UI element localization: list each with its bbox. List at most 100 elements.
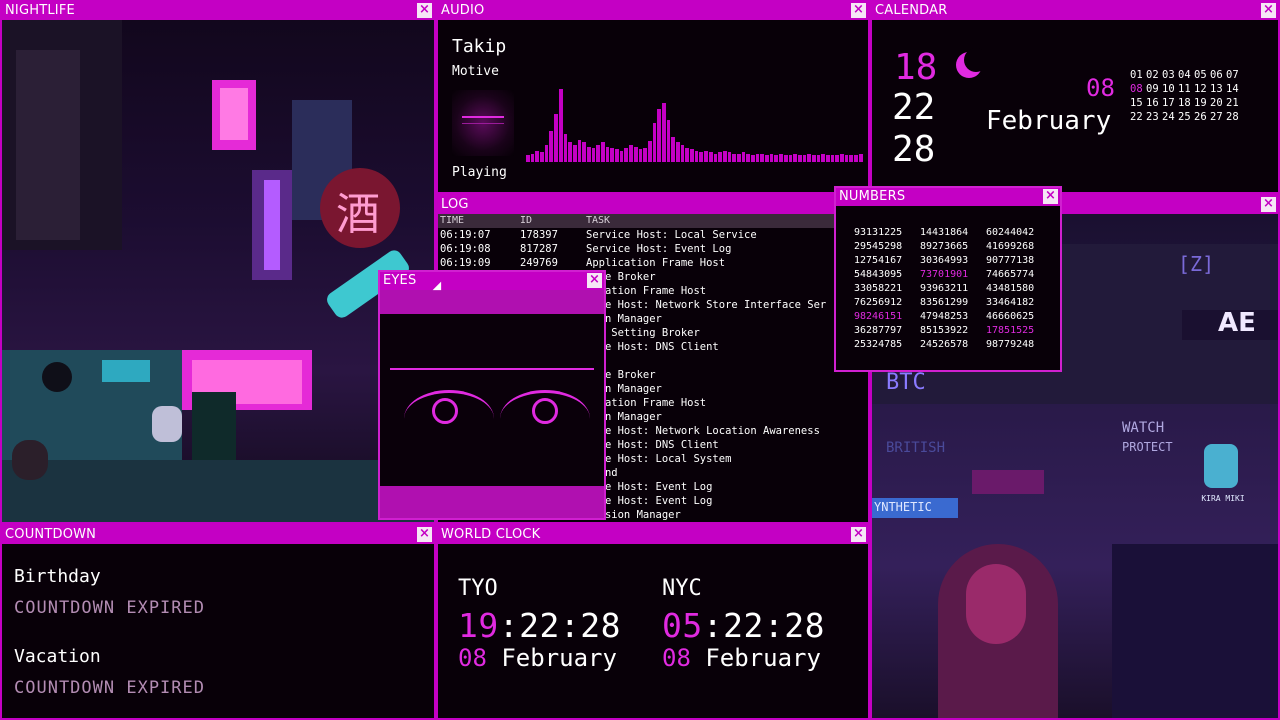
close-button[interactable]: × [1261,197,1276,212]
artist-name: Motive [452,64,499,79]
calendar-day: 13 [1210,83,1223,95]
close-button[interactable]: × [417,3,432,18]
visualizer-bar [788,155,793,162]
number-cell: 54843095 [854,269,903,280]
visualizer-bar [830,155,835,162]
clock-second: 28 [892,129,936,170]
log-header: TIME ID TASK [438,214,868,228]
number-cell: 98246151 [854,311,903,322]
calendar-day: 14 [1226,83,1239,95]
number-cell: 33058221 [854,283,903,294]
number-cell: 43481580 [986,283,1035,294]
countdown-label: Vacation [14,646,101,667]
number-cell: 73701901 [920,269,969,280]
calendar-day: 08 [1130,83,1143,95]
track-title: Takip [452,36,507,57]
visualizer-bar [591,148,596,162]
calendar-day: 21 [1226,97,1239,109]
city-time: 19:22:28 [458,606,621,645]
number-cell: 14431864 [920,227,969,238]
log-row: 06:19:08 817287 Service Host: Event Log [440,243,732,255]
window-title: NIGHTLIFE [5,3,75,18]
calendar-day: 18 [1178,97,1191,109]
visualizer-bar [849,155,854,162]
countdown-status: COUNTDOWN EXPIRED [14,598,205,618]
number-cell: 25324785 [854,339,903,350]
number-cell: 90777138 [986,255,1035,266]
visualizer-bar [826,155,830,162]
visualizer-bar [844,155,849,162]
calendar-day: 24 [1162,111,1175,123]
visualizer-bar [690,149,694,162]
visualizer-bar [722,150,727,162]
visualizer-bar [736,153,741,162]
visualizer-bar [671,136,675,162]
visualizer-bar [835,155,840,162]
world-clock-titlebar[interactable]: WORLD CLOCK [438,526,868,544]
close-button[interactable]: × [851,3,866,18]
visualizer-bar [558,89,563,162]
close-button[interactable]: × [851,527,866,542]
number-cell: 17851525 [986,325,1035,336]
pixel-city-image: 酒 [2,20,434,522]
audio-titlebar[interactable]: AUDIO [438,2,868,20]
numbers-grid: 93131225 14431864 60244042 29545298 89273665… [854,226,1038,352]
calendar-day: 28 [1226,111,1239,123]
eyes-titlebar[interactable]: EYES [380,272,604,290]
countdown-status: COUNTDOWN EXPIRED [14,678,205,698]
calendar-day: 19 [1194,97,1207,109]
visualizer-bar [704,150,708,162]
calendar-day: 01 [1130,69,1143,81]
visualizer-bar [760,153,765,162]
number-cell: 47948253 [920,311,969,322]
nightlife-titlebar[interactable]: NIGHTLIFE [2,2,434,20]
calendar-day: 10 [1162,83,1175,95]
number-cell: 12754167 [854,255,903,266]
calendar-day: 11 [1178,83,1191,95]
visualizer-bar [629,145,633,162]
numbers-titlebar[interactable]: NUMBERS [836,188,1060,206]
calendar-day: 27 [1210,111,1223,123]
visualizer-bar [535,150,540,162]
visualizer-bar [619,150,624,162]
window-title: LOG [441,197,469,212]
number-cell: 93131225 [854,227,903,238]
visualizer-bar [821,153,825,162]
close-button[interactable]: × [417,527,432,542]
countdown-titlebar[interactable]: COUNTDOWN [2,526,434,544]
calendar-day: 22 [1130,111,1143,123]
city-date: 08 February [662,644,821,672]
calendar-titlebar[interactable]: CALENDAR [872,2,1278,20]
close-button[interactable]: × [1043,189,1058,204]
calendar-day: 17 [1162,97,1175,109]
number-cell: 85153922 [920,325,969,336]
number-cell: 30364993 [920,255,969,266]
visualizer-bar [601,142,605,162]
log-row: 06:19:09 249769 Application Frame Host [440,257,726,269]
visualizer-bar [544,145,549,162]
close-button[interactable]: × [587,273,602,288]
visualizer-bar [577,139,582,162]
visualizer-bar [797,155,802,162]
countdown-label: Birthday [14,566,101,587]
visualizer-bar [661,103,666,162]
visualizer-bar [727,152,732,162]
city-time: 05:22:28 [662,606,825,645]
visualizer-bar [755,153,760,162]
log-titlebar[interactable]: LOG [438,196,868,214]
number-cell: 24526578 [920,339,969,350]
visualizer-bar [732,153,736,162]
visualizer-bar [685,148,690,162]
visualizer-bar [596,145,600,162]
countdown-window: COUNTDOWN × Birthday COUNTDOWN EXPIRED V… [0,524,436,720]
visualizer-bar [802,155,807,162]
calendar-grid: 01 02 03 04 05 06 07 08 09 10 11 12 13 14 15 16 17 18 19 20… [1130,68,1239,124]
visualizer-bar [652,122,657,162]
visualizer-bar [751,155,755,162]
number-cell: 76256912 [854,297,903,308]
window-title: CALENDAR [875,3,948,18]
visualizer-bar [840,153,844,162]
visualizer-bar [563,134,568,162]
close-button[interactable]: × [1261,3,1276,18]
window-title: EYES [383,273,417,288]
